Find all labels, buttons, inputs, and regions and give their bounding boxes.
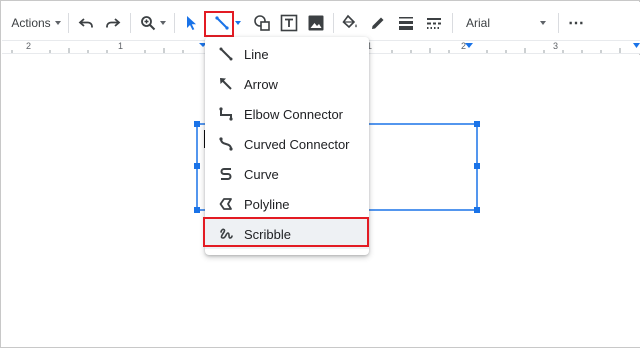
actions-label: Actions [11, 16, 51, 30]
curved-connector-icon [218, 136, 234, 152]
line-tool-highlight [204, 11, 234, 37]
more-options-label: ⋯ [568, 15, 584, 32]
menu-item-polyline[interactable]: Polyline [205, 189, 369, 219]
fill-color-button[interactable] [338, 11, 362, 35]
redo-button[interactable] [101, 11, 125, 35]
more-options-button[interactable]: ⋯ [564, 11, 588, 35]
line-dash-icon [427, 18, 441, 29]
toolbar: Actions Arial ⋯ [2, 2, 640, 40]
menu-item-curved-connector[interactable]: Curved Connector [205, 129, 369, 159]
ruler-label: 2 [461, 41, 467, 51]
menu-item-line[interactable]: Line [205, 39, 369, 69]
pencil-icon [372, 17, 384, 29]
resize-handle[interactable] [194, 121, 200, 127]
menu-item-label: Curve [244, 166, 279, 182]
actions-menu-button[interactable]: Actions [10, 11, 62, 35]
ruler-label: 1 [118, 41, 124, 51]
menu-item-label: Arrow [244, 76, 278, 92]
ruler-label: 2 [26, 41, 32, 51]
line-weight-icon [399, 17, 413, 30]
drawing-editor-window: Actions Arial ⋯ 2 1 1 2 3 Line Arrow Elb… [0, 0, 640, 348]
cursor-icon [187, 16, 196, 30]
select-tool-button[interactable] [179, 11, 203, 35]
chevron-down-icon [540, 21, 546, 25]
curve-icon [218, 166, 234, 182]
elbow-connector-icon [218, 106, 234, 122]
resize-handle[interactable] [474, 121, 480, 127]
ruler-label: 3 [553, 41, 559, 51]
image-icon [308, 15, 324, 31]
ruler-indent-marker[interactable] [465, 43, 473, 48]
undo-button[interactable] [74, 11, 98, 35]
line-icon [218, 46, 234, 62]
zoom-icon [141, 16, 156, 31]
resize-handle[interactable] [474, 207, 480, 213]
chevron-down-icon [160, 21, 166, 25]
menu-item-curve[interactable]: Curve [205, 159, 369, 189]
menu-item-label: Polyline [244, 196, 290, 212]
menu-item-label: Line [244, 46, 269, 62]
toolbar-divider [174, 13, 175, 33]
zoom-button[interactable] [137, 11, 169, 35]
shape-tool-button[interactable] [250, 11, 274, 35]
menu-item-label: Curved Connector [244, 136, 350, 152]
menu-item-elbow-connector[interactable]: Elbow Connector [205, 99, 369, 129]
paint-bucket-icon [342, 14, 357, 29]
menu-item-arrow[interactable]: Arrow [205, 69, 369, 99]
toolbar-divider [130, 13, 131, 33]
shape-icon [254, 15, 270, 31]
menu-item-label: Elbow Connector [244, 106, 343, 122]
undo-icon [78, 18, 93, 28]
border-dash-button[interactable] [422, 11, 446, 35]
ruler-indent-marker[interactable] [633, 43, 640, 48]
toolbar-divider [452, 13, 453, 33]
arrow-icon [218, 76, 234, 92]
toolbar-divider [68, 13, 69, 33]
scribble-highlight [203, 217, 369, 247]
toolbar-divider [558, 13, 559, 33]
border-color-button[interactable] [366, 11, 390, 35]
font-name: Arial [466, 16, 491, 30]
resize-handle[interactable] [194, 207, 200, 213]
text-box-icon [280, 14, 298, 32]
resize-handle[interactable] [474, 163, 480, 169]
font-select[interactable]: Arial [460, 11, 552, 35]
border-weight-button[interactable] [394, 11, 418, 35]
toolbar-divider [333, 13, 334, 33]
chevron-down-icon [235, 21, 241, 25]
resize-handle[interactable] [194, 163, 200, 169]
image-button[interactable] [304, 11, 328, 35]
redo-icon [106, 18, 121, 28]
text-box-button[interactable] [277, 11, 301, 35]
polyline-icon [218, 196, 234, 212]
chevron-down-icon [54, 21, 61, 25]
